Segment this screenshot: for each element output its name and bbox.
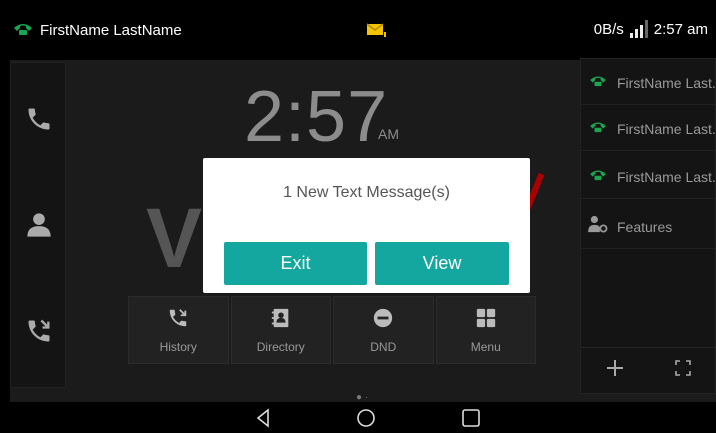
line-phone-icon: [587, 119, 609, 138]
status-bar: FirstName LastName 0B/s 2:57 am: [0, 0, 716, 60]
dnd-icon: [372, 307, 394, 334]
line-key-label: FirstName Last...: [617, 74, 716, 91]
plus-icon: [606, 359, 624, 382]
dial-button[interactable]: [25, 105, 53, 133]
dock-label: Menu: [470, 339, 501, 354]
line-key-label: Features: [617, 218, 673, 235]
left-rail: [10, 62, 66, 388]
features-key[interactable]: Features: [581, 205, 716, 249]
phone-icon: [25, 108, 53, 137]
dock-dnd-button[interactable]: DND: [333, 296, 434, 364]
new-message-icon[interactable]: [366, 22, 388, 43]
signal-strength-icon: [629, 20, 648, 38]
phone-handset-icon: [12, 20, 34, 41]
dock-label: History: [159, 339, 197, 354]
line-key-label: FirstName Last...: [617, 120, 716, 137]
dock-label: DND: [370, 339, 397, 354]
line-phone-icon: [587, 73, 609, 92]
dock-directory-button[interactable]: Directory: [230, 296, 331, 364]
person-icon: [25, 213, 53, 243]
features-person-icon: [587, 215, 609, 238]
line-key-2[interactable]: FirstName Last...: [581, 107, 716, 151]
line-key-label: FirstName Last...: [617, 168, 716, 185]
menu-icon: [475, 307, 497, 334]
expand-panel-button[interactable]: [649, 347, 716, 393]
wallpaper-logo: V: [146, 191, 203, 285]
history-icon: [167, 307, 189, 334]
dock-menu-button[interactable]: Menu: [435, 296, 536, 364]
panel-footer: [581, 347, 716, 393]
status-indicators: 0B/s 2:57 am: [594, 20, 708, 38]
line-keys-panel: FirstName Last... FirstName Last... Firs…: [580, 58, 716, 394]
recents-square-icon: [461, 409, 481, 432]
call-history-button[interactable]: [25, 317, 53, 345]
back-button[interactable]: [255, 408, 271, 433]
dock-history-button[interactable]: History: [128, 296, 229, 364]
fullscreen-icon: [675, 360, 691, 381]
clock-ampm: AM: [378, 126, 399, 142]
home-button[interactable]: [356, 408, 376, 433]
directory-icon: [270, 307, 292, 334]
recents-button[interactable]: [461, 408, 481, 433]
view-button[interactable]: View: [375, 242, 509, 285]
line-key-1[interactable]: FirstName Last...: [581, 61, 716, 105]
line-phone-icon: [587, 167, 609, 186]
new-message-dialog: 1 New Text Message(s) Exit View: [203, 158, 530, 293]
add-key-button[interactable]: [581, 347, 649, 393]
dock: History Directory DND Menu: [128, 296, 536, 364]
account-name: FirstName LastName: [40, 22, 182, 39]
home-circle-icon: [356, 409, 376, 432]
status-time: 2:57 am: [653, 20, 708, 38]
contacts-button[interactable]: [25, 211, 53, 239]
line-key-3[interactable]: FirstName Last...: [581, 155, 716, 199]
call-history-icon: [25, 319, 53, 349]
dock-label: Directory: [256, 339, 305, 354]
back-triangle-icon: [255, 408, 271, 432]
network-speed: 0B/s: [593, 20, 624, 38]
clock-time: 2:57: [244, 77, 389, 157]
account-indicator: FirstName LastName: [12, 20, 182, 41]
exit-button[interactable]: Exit: [224, 242, 367, 285]
navigation-bar: [0, 402, 716, 432]
dialog-message: 1 New Text Message(s): [283, 184, 450, 201]
